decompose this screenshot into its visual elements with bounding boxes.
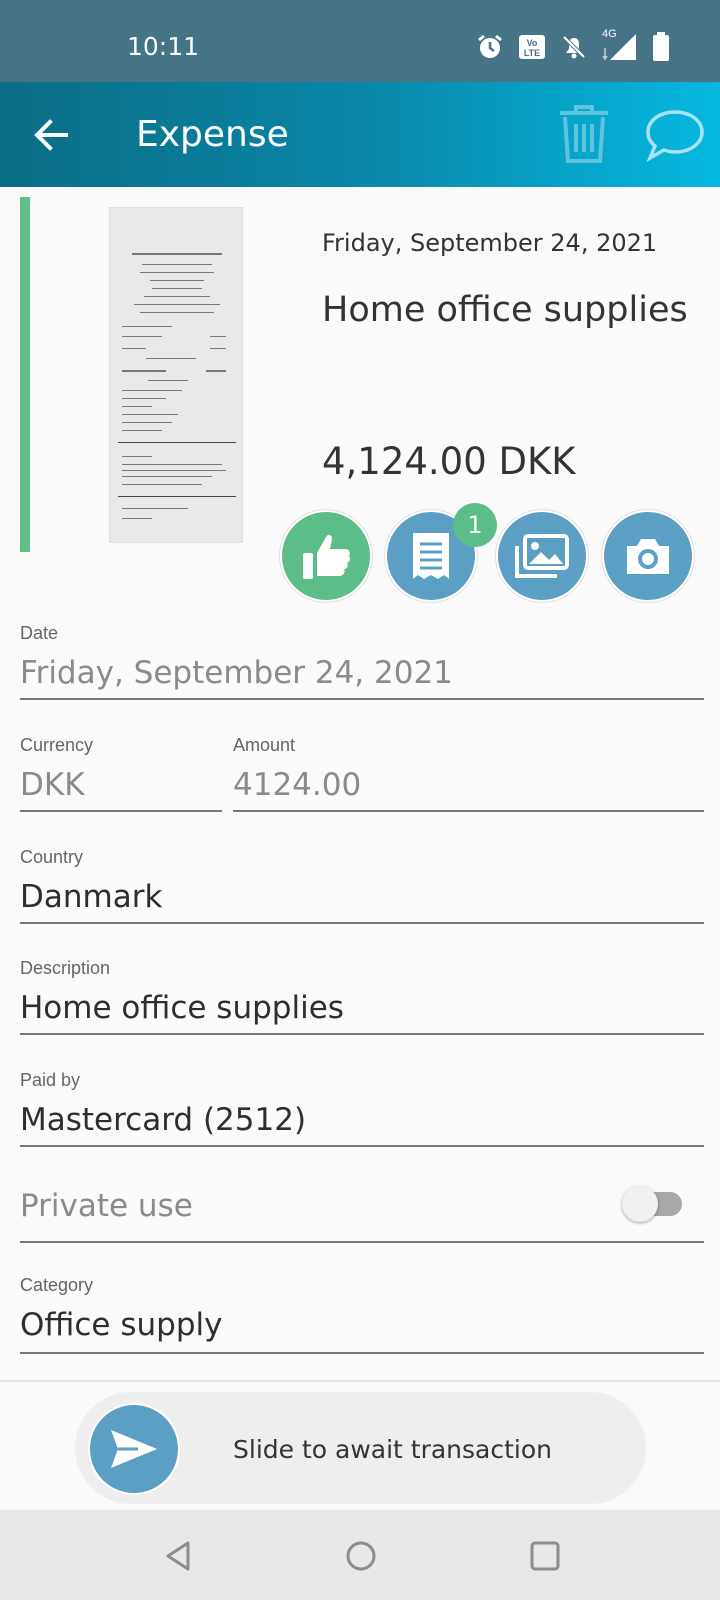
country-label: Country: [20, 847, 84, 867]
trash-icon[interactable]: [558, 104, 610, 164]
category-label: Category: [20, 1275, 94, 1295]
slide-handle[interactable]: [88, 1403, 180, 1495]
country-value: Danmark: [20, 879, 163, 915]
app-bar: Expense: [0, 82, 720, 187]
status-bar: 10:11 Vo LTE 4G: [0, 0, 720, 82]
amount-field[interactable]: Amount 4124.00: [233, 732, 704, 812]
date-value: Friday, September 24, 2021: [20, 655, 453, 691]
receipt-thumbnail[interactable]: [109, 207, 243, 543]
category-field[interactable]: Category Office supply: [20, 1272, 704, 1354]
summary-description: Home office supplies: [322, 290, 688, 330]
private-use-field: Private use: [20, 1160, 704, 1243]
currency-label: Currency: [20, 735, 94, 755]
camera-icon: [627, 539, 669, 574]
description-value: Home office supplies: [20, 990, 344, 1026]
private-use-toggle-knob[interactable]: [622, 1186, 658, 1222]
currency-value: DKK: [20, 767, 85, 803]
system-nav-bar: [0, 1510, 720, 1600]
country-field[interactable]: Country Danmark: [20, 844, 704, 924]
description-label: Description: [20, 958, 111, 978]
send-icon: [111, 1430, 157, 1468]
receipt-count-badge: 1: [453, 503, 497, 547]
battery-icon: [653, 32, 669, 61]
alarm-icon: [478, 34, 502, 58]
amount-label: Amount: [233, 735, 296, 755]
currency-field[interactable]: Currency DKK: [20, 732, 222, 812]
status-strip: [20, 197, 30, 552]
bell-off-icon: [562, 35, 586, 59]
nav-home-icon[interactable]: [343, 1538, 379, 1574]
description-field[interactable]: Description Home office supplies: [20, 955, 704, 1035]
summary-date: Friday, September 24, 2021: [322, 229, 658, 257]
status-time: 10:11: [127, 32, 200, 61]
thumbs-up-icon: [303, 534, 351, 579]
svg-text:Vo: Vo: [527, 38, 538, 48]
gallery-button[interactable]: [496, 510, 588, 602]
summary-amount: 4,124.00 DKK: [322, 440, 576, 483]
category-value: Office supply: [20, 1307, 223, 1343]
slide-instruction: Slide to await transaction: [233, 1435, 553, 1464]
signal-icon: 4G: [602, 28, 638, 62]
status-icons: Vo LTE 4G: [476, 28, 670, 64]
nav-back-icon[interactable]: [160, 1538, 196, 1574]
receipt-icon: [413, 533, 449, 579]
approve-button[interactable]: [280, 510, 372, 602]
camera-button[interactable]: [602, 510, 694, 602]
amount-value: 4124.00: [233, 767, 362, 803]
page-title: Expense: [136, 114, 289, 155]
divider: [0, 1380, 720, 1382]
chat-bubble-icon[interactable]: [644, 107, 706, 163]
date-label: Date: [20, 623, 59, 643]
paid-by-label: Paid by: [20, 1070, 81, 1090]
paid-by-field[interactable]: Paid by Mastercard (2512): [20, 1067, 704, 1147]
nav-recents-icon[interactable]: [527, 1538, 563, 1574]
date-field[interactable]: Date Friday, September 24, 2021: [20, 620, 704, 700]
private-use-label: Private use: [20, 1188, 193, 1224]
volte-icon: Vo LTE: [519, 35, 545, 59]
gallery-icon: [515, 534, 569, 578]
svg-text:LTE: LTE: [524, 48, 540, 58]
back-arrow-icon[interactable]: [28, 112, 74, 158]
paid-by-value: Mastercard (2512): [20, 1102, 307, 1138]
